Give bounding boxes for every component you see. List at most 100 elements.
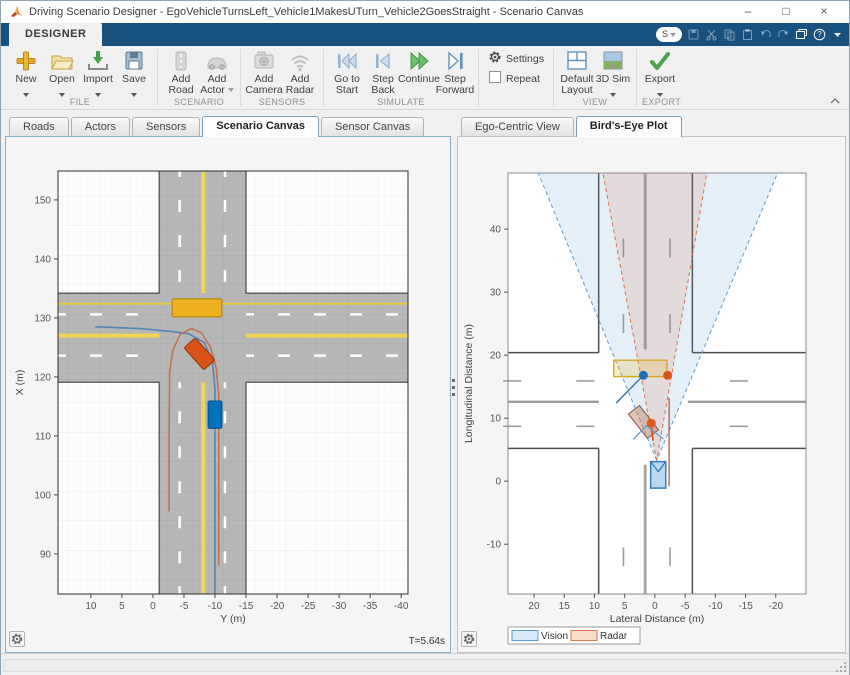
undo-icon[interactable] — [759, 28, 772, 41]
tab-ego-centric-view[interactable]: Ego-Centric View — [461, 117, 574, 137]
y-tick-label: -10 — [487, 540, 502, 551]
open-icon — [49, 48, 75, 74]
resize-grip[interactable] — [835, 661, 847, 673]
ribbon-button-label: StepBack — [371, 74, 394, 96]
window-icon[interactable] — [795, 28, 808, 41]
status-bar — [1, 653, 849, 675]
status-bar-inset — [3, 659, 847, 672]
ribbon-button-repeat[interactable]: Repeat — [488, 70, 544, 87]
copy-icon[interactable] — [723, 28, 736, 41]
birdseye-settings-gear-button[interactable] — [461, 631, 477, 647]
ego-vehicle[interactable] — [208, 401, 222, 428]
panel-splitter-handle[interactable] — [452, 379, 455, 397]
ribbon-button-continue[interactable]: Continue — [401, 46, 437, 85]
scenario-settings-gear-button[interactable] — [9, 631, 25, 647]
vehicle2[interactable] — [172, 299, 222, 317]
legend-swatch-radar — [571, 631, 597, 641]
group-label: SIMULATE — [329, 97, 473, 109]
y-axis-label: Longitudinal Distance (m) — [463, 324, 475, 443]
import-icon — [85, 48, 111, 74]
quick-access-toolbar: S? — [656, 27, 844, 42]
x-tick-label: 10 — [85, 601, 97, 612]
x-axis-label: Y (m) — [220, 613, 245, 625]
new-icon — [13, 48, 39, 74]
paste-icon[interactable] — [741, 28, 754, 41]
add-camera-icon — [251, 48, 277, 74]
ribbon-button-label: Open — [49, 74, 75, 85]
y-tick-label: 100 — [34, 490, 51, 501]
ribbon-button-new[interactable]: New — [8, 46, 44, 92]
dropdown-caret-icon — [228, 88, 234, 92]
collapse-ribbon-icon[interactable] — [829, 96, 841, 105]
tab-roads[interactable]: Roads — [9, 117, 69, 137]
x-tick-label: -10 — [708, 601, 723, 612]
scenario-canvas[interactable]: 1050-5-10-15-20-25-30-35-409010011012013… — [6, 137, 450, 652]
save-icon[interactable] — [687, 28, 700, 41]
sim3d-icon — [600, 48, 626, 74]
group-separator — [478, 49, 479, 106]
ribbon-button-label: Settings — [506, 53, 544, 65]
group-separator — [240, 49, 241, 106]
tab-bird-s-eye-plot[interactable]: Bird's-Eye Plot — [576, 116, 682, 137]
ribbon-button-label: AddCamera — [245, 74, 282, 96]
ribbon-button-add-actor[interactable]: AddActor — [199, 46, 235, 96]
y-tick-label: 10 — [490, 414, 502, 425]
y-tick-label: 30 — [490, 288, 502, 299]
ribbon-button-go-to-start[interactable]: Go toStart — [329, 46, 365, 96]
ribbon-button-add-camera[interactable]: AddCamera — [246, 46, 282, 96]
tab-sensor-canvas[interactable]: Sensor Canvas — [321, 117, 424, 137]
tab-designer[interactable]: DESIGNER — [9, 23, 102, 46]
ribbon-group-export: ExportEXPORT — [639, 46, 684, 109]
gear-icon — [462, 632, 476, 646]
tab-scenario-canvas[interactable]: Scenario Canvas — [202, 116, 319, 137]
default-layout-icon — [564, 48, 590, 74]
maximize-button[interactable]: □ — [769, 1, 803, 23]
ribbon-button-save[interactable]: Save — [116, 46, 152, 92]
ribbon-button-label: Export — [645, 74, 675, 85]
group-label: FILE — [8, 97, 152, 109]
group-separator — [636, 49, 637, 106]
ribbon-group-file: New Open ImportSave FILE — [5, 46, 155, 109]
add-road-icon — [168, 48, 194, 74]
ribbon-button-settings[interactable]: Settings — [488, 50, 544, 67]
x-tick-label: -5 — [180, 601, 189, 612]
add-radar-icon — [287, 48, 313, 74]
legend: VisionRadar — [508, 627, 640, 644]
legend-swatch-vision — [512, 631, 538, 641]
ribbon-button-import[interactable]: Import — [80, 46, 116, 92]
menu-down-icon[interactable] — [831, 28, 844, 41]
save-icon — [121, 48, 147, 74]
window-title: Driving Scenario Designer - EgoVehicleTu… — [29, 1, 583, 23]
birds-eye-plot[interactable]: 20151050-5-10-15-20-10010203040Lateral D… — [458, 137, 845, 652]
search-box[interactable]: S — [656, 27, 682, 42]
continue-icon — [406, 48, 432, 74]
ribbon-button-default-layout[interactable]: DefaultLayout — [559, 46, 595, 96]
x-tick-label: 10 — [589, 601, 601, 612]
ribbon-button-export[interactable]: Export — [642, 46, 678, 92]
x-tick-label: -15 — [239, 601, 254, 612]
close-button[interactable]: × — [807, 1, 841, 23]
step-back-icon — [370, 48, 396, 74]
toolstrip-tab-row: DESIGNER S? — [1, 23, 849, 46]
ribbon-button-label: 3D Sim — [596, 74, 630, 85]
ribbon-toolbar: NewOpenImportSaveFILEAddRoadAddActor SCE… — [1, 46, 849, 110]
cut-icon[interactable] — [705, 28, 718, 41]
ribbon-button-open[interactable]: Open — [44, 46, 80, 92]
add-actor-icon — [204, 48, 230, 74]
x-tick-label: -20 — [270, 601, 285, 612]
radar-detection-dot — [663, 371, 672, 380]
ribbon-button-add-road[interactable]: AddRoad — [163, 46, 199, 96]
tab-sensors[interactable]: Sensors — [132, 117, 200, 137]
ribbon-button-step-back[interactable]: StepBack — [365, 46, 401, 96]
ribbon-button-3d-sim[interactable]: 3D Sim — [595, 46, 631, 92]
ribbon-group-simulate: Go toStart StepBack ContinueStepForwardSIM… — [326, 46, 476, 109]
ribbon-button-add-radar[interactable]: AddRadar — [282, 46, 318, 96]
redo-icon[interactable] — [777, 28, 790, 41]
y-tick-label: 150 — [34, 195, 51, 206]
ribbon-button-step-forward[interactable]: StepForward — [437, 46, 473, 96]
tab-actors[interactable]: Actors — [71, 117, 130, 137]
major-grid — [58, 171, 408, 594]
simulation-time-label: T=5.64s — [409, 636, 445, 647]
minimize-button[interactable]: – — [731, 1, 765, 23]
help-icon[interactable]: ? — [813, 28, 826, 41]
